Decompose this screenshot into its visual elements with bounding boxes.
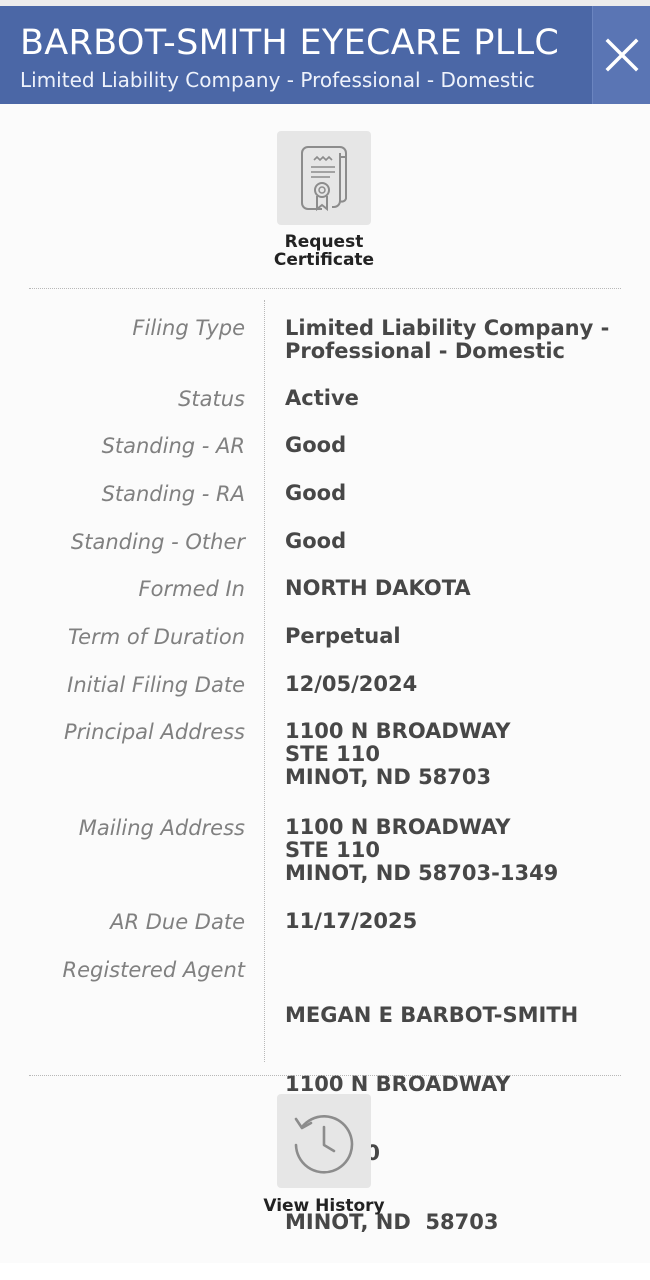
- filing-type-label: Filing Type: [132, 316, 245, 340]
- status-value: Active: [285, 386, 359, 410]
- formed-in-value: NORTH DAKOTA: [285, 576, 471, 600]
- address-line: 1100 N BROADWAY: [285, 815, 511, 839]
- filing-detail-panel: BARBOT-SMITH EYECARE PLLC Limited Liabil…: [0, 0, 650, 1263]
- certificate-scroll-icon: [301, 146, 348, 212]
- bottom-divider: [29, 1075, 621, 1076]
- address-line: STE 110: [285, 838, 380, 862]
- standing-ar-label: Standing - AR: [101, 434, 245, 458]
- agent-line: MEGAN E BARBOT-SMITH: [285, 1003, 579, 1027]
- request-certificate-line1: Request: [284, 232, 364, 252]
- standing-other-label: Standing - Other: [70, 530, 245, 554]
- panel-header: BARBOT-SMITH EYECARE PLLC Limited Liabil…: [0, 6, 650, 104]
- standing-ar-value: Good: [285, 433, 347, 457]
- principal-address-label: Principal Address: [64, 720, 245, 744]
- address-line: MINOT, ND 58703: [285, 765, 492, 789]
- term-of-duration-label: Term of Duration: [67, 625, 245, 649]
- top-divider: [29, 288, 621, 289]
- request-certificate-button[interactable]: Request Certificate: [234, 131, 414, 269]
- initial-filing-date-label: Initial Filing Date: [67, 673, 245, 697]
- request-certificate-line2: Certificate: [273, 250, 375, 270]
- filing-type-line: Limited Liability Company -: [285, 316, 610, 340]
- request-certificate-tile[interactable]: [277, 131, 371, 225]
- close-button[interactable]: [592, 6, 650, 104]
- request-certificate-label: Request Certificate: [234, 233, 414, 269]
- close-icon: [605, 38, 639, 72]
- address-line: 1100 N BROADWAY: [285, 719, 511, 743]
- column-divider: [264, 300, 265, 1062]
- principal-address-value: 1100 N BROADWAY STE 110 MINOT, ND 58703: [285, 720, 510, 789]
- history-clock-icon: [294, 1115, 354, 1174]
- view-history-label: View History: [263, 1196, 385, 1216]
- agent-line: 1100 N BROADWAY: [285, 1072, 511, 1096]
- standing-ra-label: Standing - RA: [101, 482, 245, 506]
- standing-ra-value: Good: [285, 481, 347, 505]
- term-of-duration-value: Perpetual: [285, 624, 401, 648]
- view-history-tile[interactable]: [277, 1094, 371, 1188]
- company-subtitle: Limited Liability Company - Professional…: [20, 68, 535, 92]
- view-history-button[interactable]: View History: [234, 1094, 414, 1215]
- filing-type-line: Professional - Domestic: [285, 339, 566, 363]
- status-label: Status: [178, 387, 245, 411]
- filing-type-value: Limited Liability Company - Professional…: [285, 317, 609, 363]
- address-line: MINOT, ND 58703-1349: [285, 861, 559, 885]
- mailing-address-label: Mailing Address: [78, 816, 245, 840]
- ar-due-date-label: AR Due Date: [110, 910, 245, 934]
- initial-filing-date-value: 12/05/2024: [285, 672, 418, 696]
- mailing-address-value: 1100 N BROADWAY STE 110 MINOT, ND 58703-…: [285, 816, 558, 885]
- company-title: BARBOT-SMITH EYECARE PLLC: [20, 23, 560, 63]
- standing-other-value: Good: [285, 529, 347, 553]
- registered-agent-label: Registered Agent: [62, 958, 246, 982]
- ar-due-date-value: 11/17/2025: [285, 909, 418, 933]
- formed-in-label: Formed In: [138, 577, 245, 601]
- address-line: STE 110: [285, 742, 380, 766]
